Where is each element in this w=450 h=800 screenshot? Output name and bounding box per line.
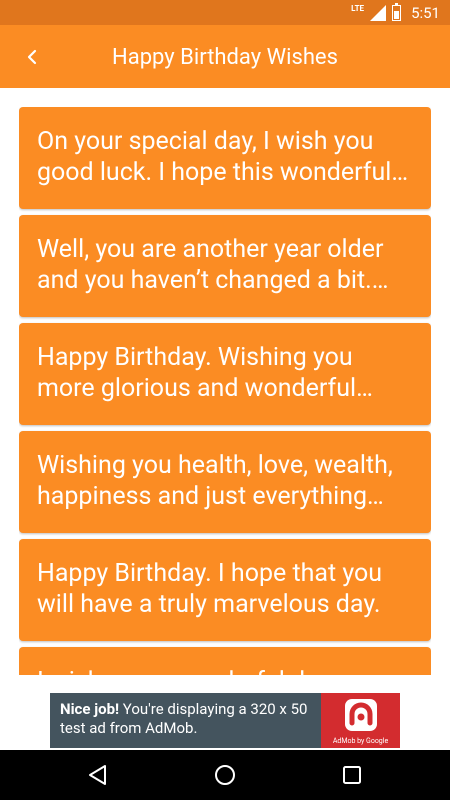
ad-brand: AdMob by Google — [332, 737, 389, 745]
ad-logo-panel: AdMob by Google — [321, 693, 400, 748]
page-title: Happy Birthday Wishes — [112, 45, 338, 70]
wish-card[interactable]: I wish you a wonderful day — [19, 647, 431, 675]
ad-banner[interactable]: Nice job! You're displaying a 320 x 50 t… — [50, 693, 400, 748]
wish-card[interactable]: On your special day, I wish you good luc… — [19, 107, 431, 209]
wish-card[interactable]: Happy Birthday. Wishing you more gloriou… — [19, 323, 431, 425]
circle-home-icon — [215, 765, 235, 785]
ad-area: Nice job! You're displaying a 320 x 50 t… — [0, 675, 450, 750]
nav-recents-button[interactable] — [340, 763, 364, 787]
wishes-list[interactable]: On your special day, I wish you good luc… — [19, 107, 431, 675]
navigation-bar — [0, 750, 450, 800]
wish-card[interactable]: Well, you are another year older and you… — [19, 215, 431, 317]
signal-icon — [370, 4, 387, 21]
nav-home-button[interactable] — [213, 763, 237, 787]
ad-headline: Nice job! — [60, 700, 120, 718]
wish-text: Well, you are another year older and you… — [37, 235, 384, 295]
admob-logo-icon — [344, 699, 377, 731]
clock: 5:51 — [411, 3, 440, 22]
wish-text: I wish you a wonderful day — [37, 666, 413, 675]
wish-card[interactable]: Wishing you health, love, wealth, happin… — [19, 431, 431, 533]
wish-text: Happy Birthday. I hope that you will hav… — [37, 559, 383, 619]
app-toolbar: Happy Birthday Wishes — [0, 25, 450, 88]
status-bar: LTE 5:51 — [0, 0, 450, 25]
status-icons: LTE 5:51 — [351, 2, 440, 23]
wish-card[interactable]: Happy Birthday. I hope that you will hav… — [19, 539, 431, 641]
wish-text: Wishing you health, love, wealth, happin… — [37, 451, 393, 511]
battery-icon — [392, 2, 402, 21]
square-recents-icon — [343, 766, 361, 784]
nav-back-button[interactable] — [86, 763, 110, 787]
wish-text: Happy Birthday. Wishing you more gloriou… — [37, 343, 357, 403]
ad-text: Nice job! You're displaying a 320 x 50 t… — [50, 693, 321, 748]
network-type: LTE — [351, 4, 365, 13]
triangle-back-icon — [89, 765, 106, 785]
wish-text: On your special day, I wish you good luc… — [37, 127, 392, 187]
